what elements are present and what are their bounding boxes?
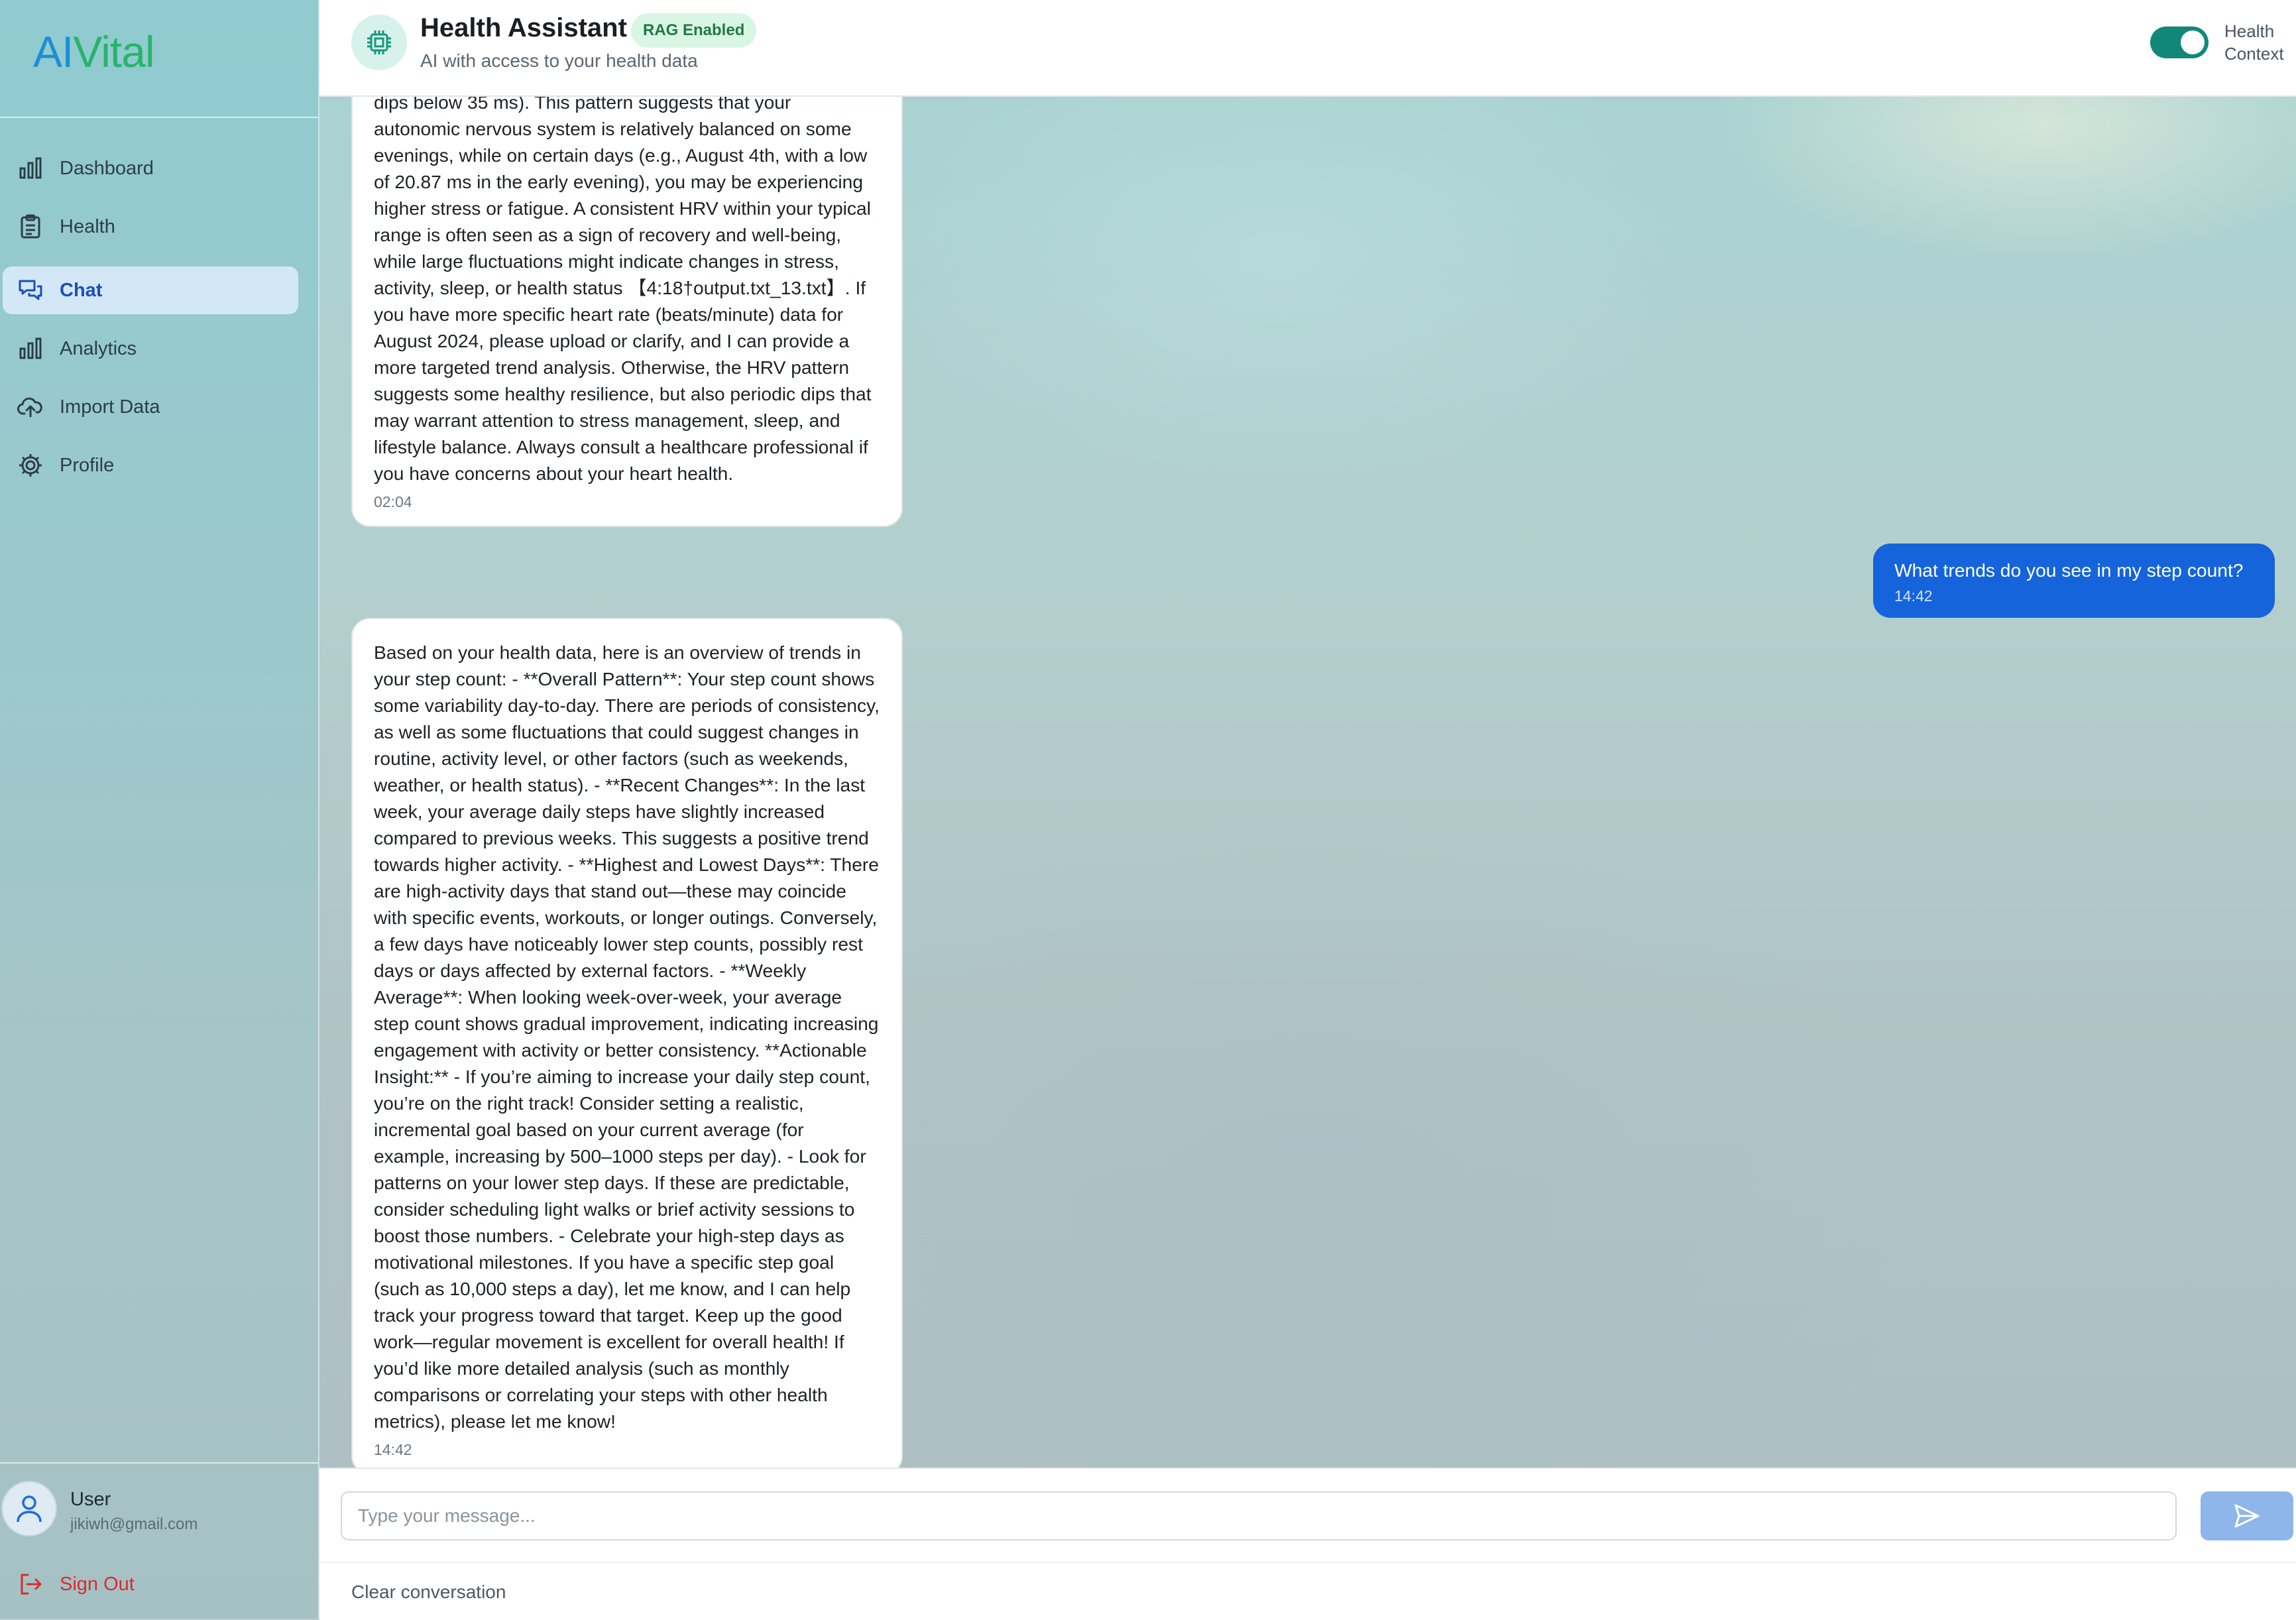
health-context-label: Health Context — [2224, 21, 2284, 64]
sidebar-item-dashboard[interactable]: Dashboard — [3, 145, 298, 192]
chat-messages[interactable]: in the evening (peaking at over 40 ms on… — [319, 97, 2296, 1468]
assistant-avatar — [351, 15, 407, 70]
sidebar-item-analytics[interactable]: Analytics — [3, 325, 298, 373]
message-time: 14:42 — [374, 1441, 412, 1458]
assistant-message: in the evening (peaking at over 40 ms on… — [351, 97, 903, 527]
composer-divider — [319, 1562, 2296, 1563]
bar-chart-icon — [19, 157, 42, 179]
sidebar: AIVital Dashboard Health Chat Analytics … — [0, 0, 319, 1619]
sidebar-item-label: Health — [60, 216, 115, 237]
send-button[interactable] — [2201, 1491, 2293, 1540]
user-card[interactable]: User jikiwh@gmail.com — [0, 1473, 318, 1552]
sign-out-label: Sign Out — [60, 1574, 135, 1595]
message-time: 14:42 — [1894, 587, 1933, 605]
cpu-chip-icon — [367, 30, 391, 54]
gear-icon — [19, 454, 42, 477]
sidebar-item-label: Analytics — [60, 338, 137, 359]
send-icon — [2234, 1504, 2260, 1528]
sidebar-item-label: Chat — [60, 280, 103, 301]
page-subtitle: AI with access to your health data — [420, 50, 698, 71]
bar-chart-icon — [19, 337, 42, 359]
sidebar-divider — [0, 117, 318, 118]
message-composer: Clear conversation — [319, 1468, 2296, 1620]
user-name: User — [70, 1489, 111, 1510]
sidebar-item-profile[interactable]: Profile — [3, 441, 298, 489]
message-text: Based on your health data, here is an ov… — [374, 642, 880, 1432]
page-title: Health Assistant — [420, 13, 627, 42]
chat-bubbles-icon — [19, 280, 42, 300]
message-time: 02:04 — [374, 493, 412, 510]
sidebar-item-label: Import Data — [60, 396, 160, 418]
user-icon — [17, 1495, 42, 1523]
message-text: What trends do you see in my step count? — [1894, 559, 2244, 581]
health-context-toggle[interactable] — [2150, 27, 2209, 58]
clear-conversation-button[interactable]: Clear conversation — [351, 1582, 506, 1603]
app-logo[interactable]: AIVital — [33, 27, 155, 86]
sidebar-item-label: Dashboard — [60, 158, 154, 179]
clipboard-icon — [21, 214, 40, 239]
sidebar-item-label: Profile — [60, 455, 115, 476]
logo-text-ai: AI — [33, 27, 74, 76]
cloud-upload-icon — [17, 397, 42, 418]
user-email: jikiwh@gmail.com — [70, 1515, 198, 1533]
logo-text-vital: Vital — [73, 27, 154, 76]
sidebar-item-chat[interactable]: Chat — [3, 266, 298, 314]
sidebar-item-import-data[interactable]: Import Data — [3, 383, 298, 431]
sidebar-item-health[interactable]: Health — [3, 203, 298, 251]
logout-icon — [21, 1574, 42, 1595]
chat-header: Health Assistant RAG Enabled AI with acc… — [319, 0, 2296, 97]
message-text: in the evening (peaking at over 40 ms on… — [374, 97, 872, 484]
sign-out-button[interactable]: Sign Out — [0, 1564, 318, 1604]
avatar — [1, 1481, 57, 1536]
toggle-knob — [2181, 30, 2205, 54]
assistant-message: Based on your health data, here is an ov… — [351, 618, 903, 1468]
sidebar-divider — [0, 1462, 318, 1464]
message-input[interactable] — [341, 1491, 2177, 1540]
user-message: What trends do you see in my step count?… — [1873, 544, 2275, 618]
rag-status-badge: RAG Enabled — [631, 13, 757, 48]
